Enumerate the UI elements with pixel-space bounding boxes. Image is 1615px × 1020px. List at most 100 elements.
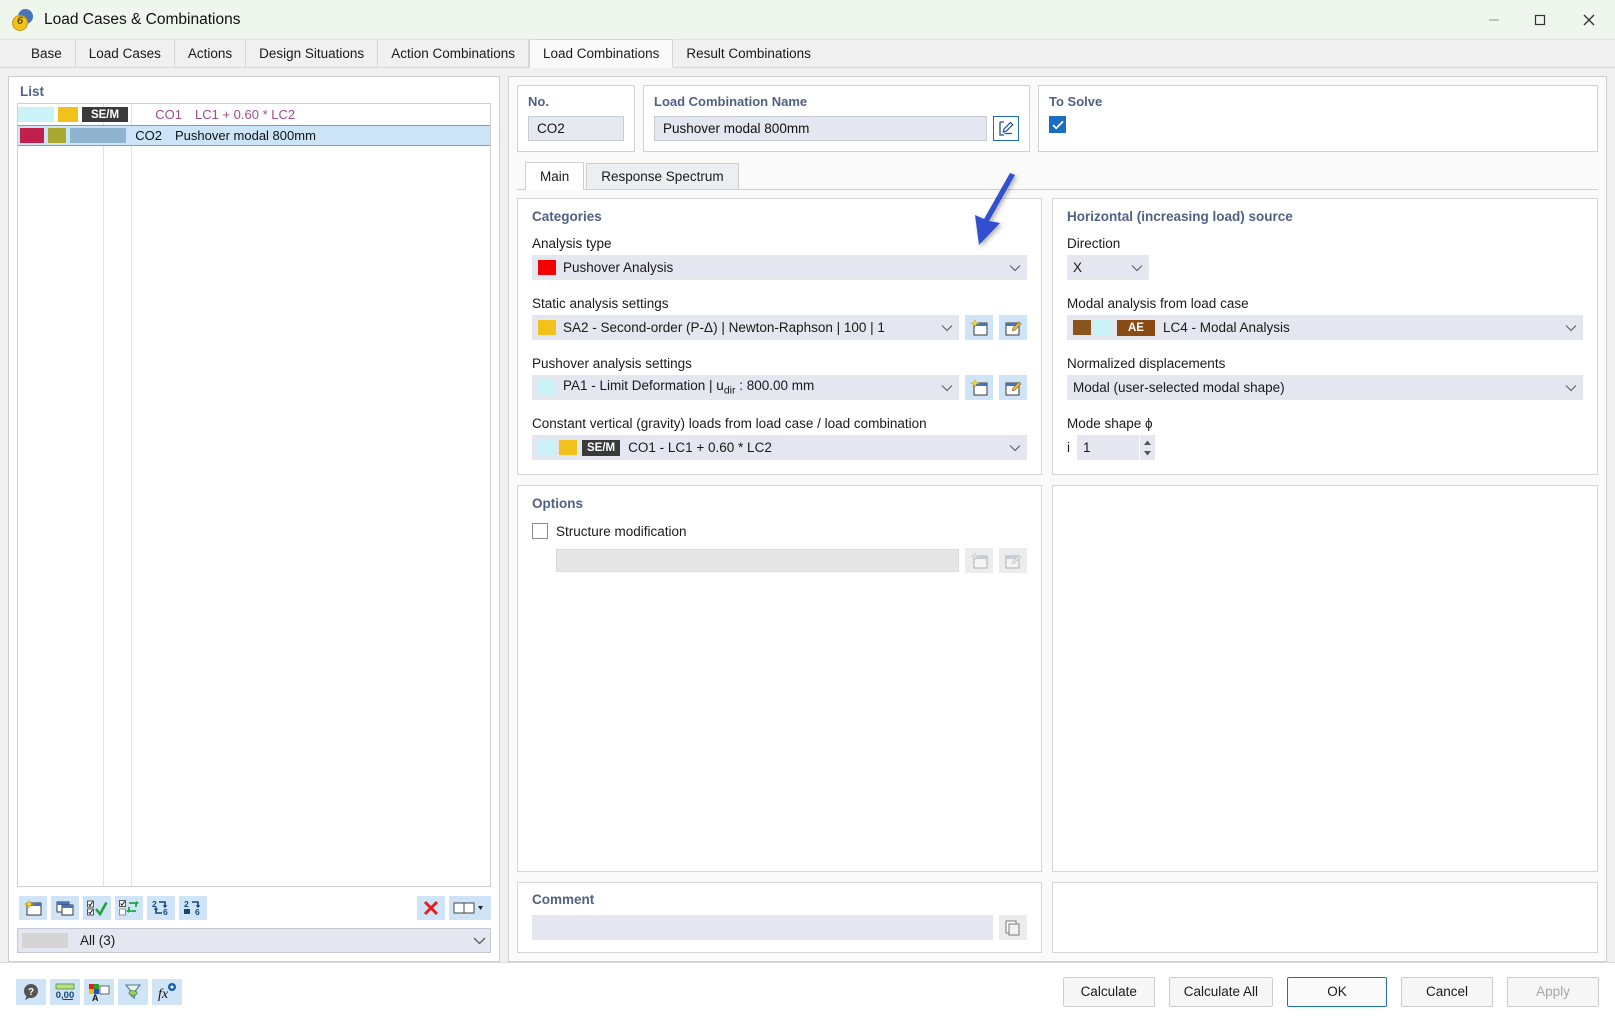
static-analysis-group: Static analysis settings SA2 - Second-or… [532,296,1027,340]
list-panel: List SE/M CO1 LC1 + 0.60 * LC2 CO2 Pusho… [8,76,500,962]
normalized-displacements-dropdown[interactable]: Modal (user-selected modal shape) [1067,375,1583,400]
tab-actions[interactable]: Actions [174,40,247,67]
modal-load-case-dropdown[interactable]: AE LC4 - Modal Analysis [1067,315,1583,340]
tab-action-combinations[interactable]: Action Combinations [378,40,530,67]
red-x-icon[interactable] [417,896,445,920]
svg-text:fx: fx [158,987,169,1002]
ok-button[interactable]: OK [1287,976,1387,1007]
chevron-down-icon [1001,440,1021,455]
tab-content: Categories Analysis type Pushover Analys… [517,190,1598,953]
structure-modification-checkbox[interactable] [532,523,548,539]
funnel-icon[interactable] [118,978,148,1005]
analysis-type-swatch [538,260,556,275]
clipboard-icon[interactable] [999,915,1027,940]
decimal-places-icon[interactable]: 0,00 [50,978,80,1005]
calculate-all-button[interactable]: Calculate All [1168,976,1273,1007]
svg-text:A: A [92,993,99,1002]
load-combination-list[interactable]: SE/M CO1 LC1 + 0.60 * LC2 CO2 Pushover m… [17,103,491,887]
new-item-icon[interactable] [965,315,993,340]
modal-load-case-swatch-b [1094,320,1112,335]
row-color-swatch-b [58,107,78,122]
main-panel: No. CO2 Load Combination Name Pushover m… [508,76,1607,962]
direction-group: Direction X [1067,236,1583,280]
tab-load-cases[interactable]: Load Cases [75,40,175,67]
pushover-analysis-dropdown[interactable]: PA1 - Limit Deformation | udir : 800.00 … [532,375,959,400]
comment-row: Comment [517,882,1598,953]
categories-panel: Categories Analysis type Pushover Analys… [517,198,1042,475]
load-combination-name-input[interactable]: Pushover modal 800mm [654,116,987,141]
comment-dropdown[interactable] [532,915,993,940]
spinner-up-down-icon[interactable] [1140,435,1155,460]
list-toolbar: 2 6 2 6 [17,893,491,923]
chevron-down-icon [1123,260,1143,275]
window-title: Load Cases & Combinations [44,10,241,28]
dialog-body: List SE/M CO1 LC1 + 0.60 * LC2 CO2 Pusho… [0,68,1615,962]
comment-right-empty-panel [1052,882,1598,953]
normalized-displacements-value: Modal (user-selected modal shape) [1073,380,1285,395]
row-color-swatch-a [20,128,44,143]
static-analysis-swatch [538,320,556,335]
row-tag-badge [70,128,126,143]
modal-load-case-swatch-a [1073,320,1091,335]
pencil-edit-icon[interactable] [993,116,1019,141]
chevron-down-icon [1001,260,1021,275]
tab-load-combinations[interactable]: Load Combinations [529,39,674,68]
analysis-type-dropdown[interactable]: Pushover Analysis [532,255,1027,280]
inner-tab-strip: Main Response Spectrum [517,162,1598,190]
row-number: CO2 [135,128,162,143]
fx-icon[interactable]: fx [152,978,182,1005]
constant-vertical-dropdown[interactable]: SE/M CO1 - LC1 + 0.60 * LC2 [532,435,1027,460]
renumber-icon[interactable]: 2 6 [147,896,175,920]
new-item-icon [965,548,993,573]
new-item-icon[interactable] [965,375,993,400]
tab-response-spectrum[interactable]: Response Spectrum [586,163,739,189]
mode-shape-group: Mode shape ϕ i 1 [1067,416,1583,460]
direction-label: Direction [1067,236,1121,251]
comment-panel: Comment [517,882,1042,953]
tab-result-combinations[interactable]: Result Combinations [673,40,824,67]
new-window-icon[interactable] [19,896,47,920]
calculate-button[interactable]: Calculate [1062,976,1155,1007]
structure-modification-input [556,549,959,572]
question-bubble-icon[interactable]: ? [16,978,46,1005]
color-text-icon[interactable]: A [84,978,114,1005]
title-bar: Load Cases & Combinations [0,0,1615,40]
pushover-analysis-value: PA1 - Limit Deformation | udir : 800.00 … [563,378,815,397]
minimize-icon[interactable] [1471,0,1517,40]
modal-load-case-group: Modal analysis from load case AE LC4 - M… [1067,296,1583,340]
apply-button: Apply [1507,976,1599,1007]
check-all-icon[interactable] [83,896,111,920]
no-value: CO2 [528,116,624,141]
static-analysis-dropdown[interactable]: SA2 - Second-order (P-Δ) | Newton-Raphso… [532,315,959,340]
close-icon[interactable] [1563,0,1615,40]
main-tab-strip: Base Load Cases Actions Design Situation… [0,39,1615,68]
row-description: LC1 + 0.60 * LC2 [195,107,296,122]
cancel-button[interactable]: Cancel [1401,976,1493,1007]
chevron-down-icon [933,380,953,395]
row-description: Pushover modal 800mm [175,128,316,143]
normalized-displacements-label: Normalized displacements [1067,356,1226,371]
maximize-icon[interactable] [1517,0,1563,40]
edit-item-icon[interactable] [999,315,1027,340]
edit-item-icon[interactable] [999,375,1027,400]
no-label: No. [528,94,549,109]
tab-main[interactable]: Main [525,162,585,190]
direction-dropdown[interactable]: X [1067,255,1149,280]
list-filter-dropdown[interactable]: All (3) [17,928,491,953]
chevron-down-icon [933,320,953,335]
table-row[interactable]: SE/M CO1 LC1 + 0.60 * LC2 [18,104,490,125]
mode-shape-input[interactable]: 1 [1077,435,1139,460]
two-pane-icon[interactable] [449,896,491,920]
tab-base[interactable]: Base [18,40,76,67]
modal-load-case-tag: AE [1117,319,1155,336]
row-color-swatch-a [18,107,54,122]
copy-window-icon[interactable] [51,896,79,920]
table-row[interactable]: CO2 Pushover modal 800mm [18,125,490,146]
options-title: Options [532,496,583,511]
resequence-icon[interactable]: 2 6 [179,896,207,920]
constant-vertical-swatch-b [559,440,577,455]
tab-design-situations[interactable]: Design Situations [246,40,379,67]
structure-modification-row[interactable]: Structure modification [532,523,1027,539]
to-solve-checkbox[interactable] [1049,116,1066,133]
invert-selection-icon[interactable] [115,896,143,920]
